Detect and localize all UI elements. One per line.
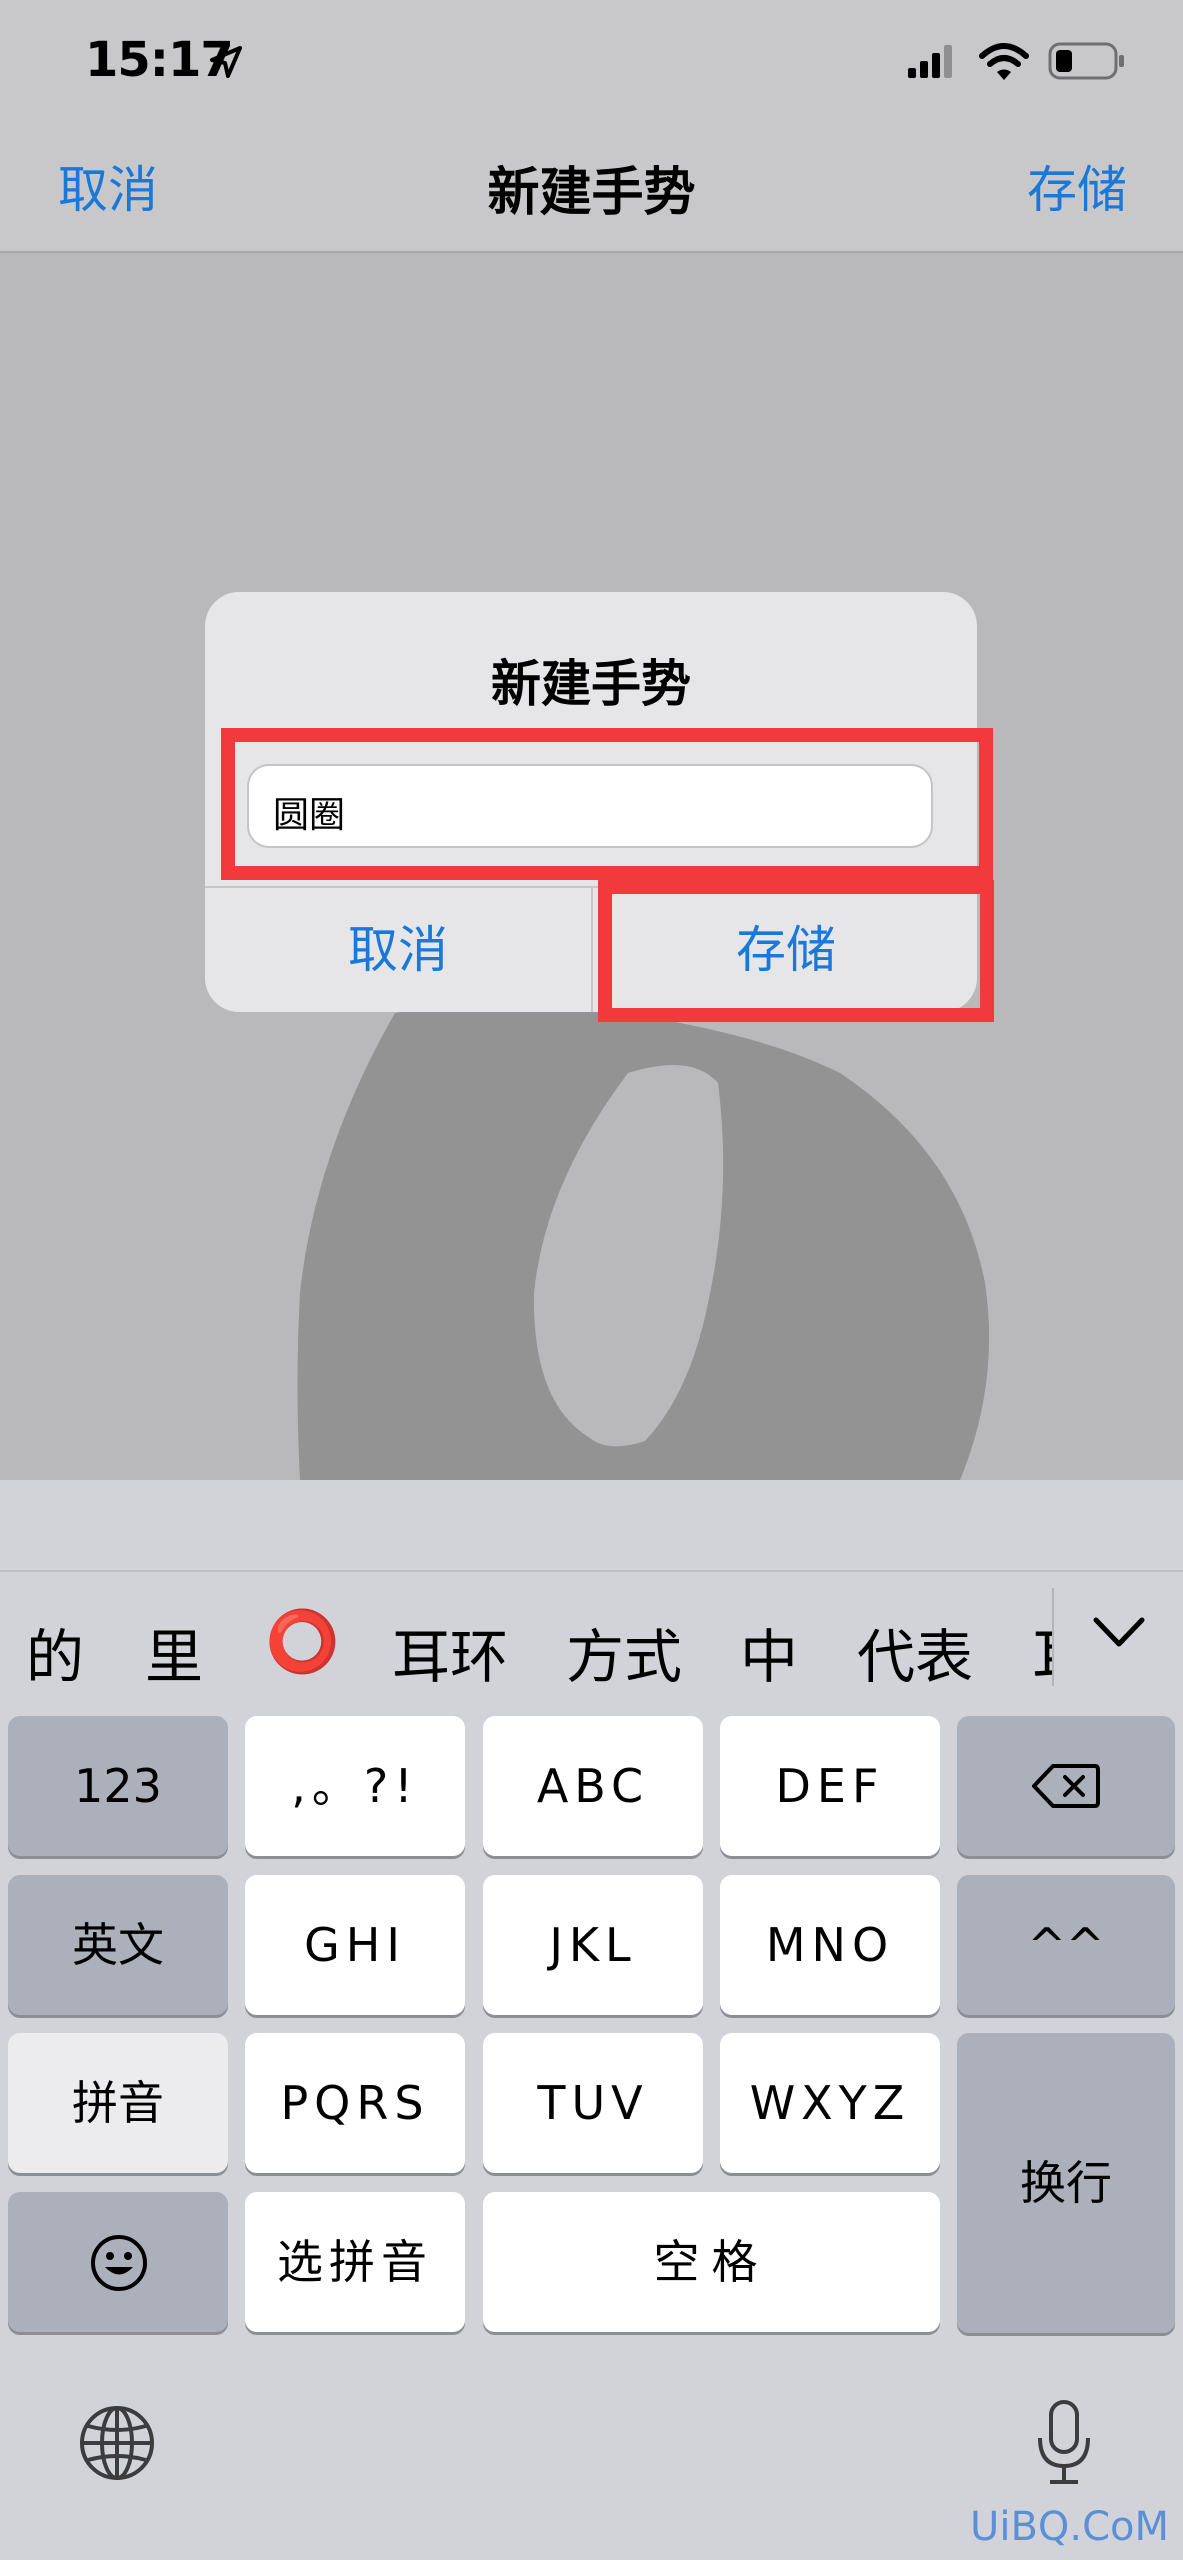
select-pinyin-key[interactable]: 选拼音 — [245, 2192, 465, 2332]
key-abc[interactable]: ABC — [483, 1716, 703, 1856]
backspace-key[interactable] — [957, 1716, 1175, 1856]
wifi-icon — [979, 43, 1029, 80]
candidate-word[interactable]: 方式 — [566, 1610, 682, 1694]
emoticon-key[interactable]: ^^ — [957, 1875, 1175, 2015]
chevron-down-icon[interactable] — [1090, 1612, 1148, 1652]
space-key[interactable]: 空格 — [483, 2192, 940, 2332]
punctuation-key[interactable]: ,。?! — [245, 1716, 465, 1856]
battery-icon — [1048, 42, 1124, 80]
watermark: UiBQ.CoM — [970, 2504, 1169, 2550]
globe-icon[interactable] — [78, 2404, 156, 2482]
nav-save-button[interactable]: 存储 — [1027, 150, 1127, 222]
dialog-title: 新建手势 — [491, 655, 691, 713]
location-arrow-icon — [210, 46, 242, 78]
page-title: 新建手势 — [487, 163, 696, 223]
dialog-cancel-button[interactable]: 取消 — [205, 888, 591, 1012]
candidate-divider — [1052, 1588, 1054, 1686]
newline-key[interactable]: 换行 — [957, 2033, 1175, 2333]
candidate-word[interactable]: 的 — [26, 1610, 84, 1694]
pinyin-key[interactable]: 拼音 — [8, 2033, 228, 2173]
candidate-word[interactable]: ⭕ — [265, 1606, 340, 1677]
candidate-word[interactable]: 代表 — [857, 1610, 973, 1694]
key-ghi[interactable]: GHI — [245, 1875, 465, 2015]
cellular-signal-icon — [908, 45, 952, 78]
key-mno[interactable]: MNO — [720, 1875, 940, 2015]
delete-icon — [1032, 1764, 1100, 1808]
key-jkl[interactable]: JKL — [483, 1875, 703, 2015]
key-pqrs[interactable]: PQRS — [245, 2033, 465, 2173]
smiley-icon — [91, 2235, 147, 2291]
microphone-icon[interactable] — [1034, 2398, 1094, 2488]
save-highlight-box — [598, 880, 994, 1022]
emoji-key[interactable] — [8, 2192, 228, 2332]
numbers-key[interactable]: 123 — [8, 1716, 228, 1856]
candidate-clip: 耳 — [1032, 1604, 1054, 1680]
input-highlight-box — [221, 728, 993, 880]
candidate-word[interactable]: 耳环 — [392, 1610, 508, 1694]
candidate-word[interactable]: 耳 — [1032, 1610, 1054, 1680]
candidate-word[interactable]: 中 — [740, 1610, 798, 1694]
keyboard-divider — [0, 1570, 1183, 1572]
key-wxyz[interactable]: WXYZ — [720, 2033, 940, 2173]
key-tuv[interactable]: TUV — [483, 2033, 703, 2173]
english-key[interactable]: 英文 — [8, 1875, 228, 2015]
key-def[interactable]: DEF — [720, 1716, 940, 1856]
candidate-word[interactable]: 里 — [145, 1610, 203, 1694]
